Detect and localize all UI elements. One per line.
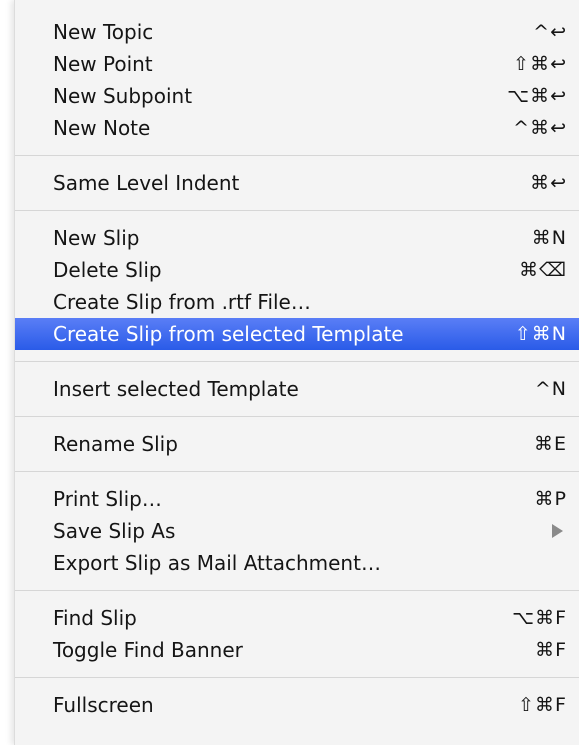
menu-item-new-note[interactable]: New Note ^⌘↩ xyxy=(15,112,579,144)
keyboard-shortcut: ^N xyxy=(534,378,567,400)
menu-item-find-slip[interactable]: Find Slip ⌥⌘F xyxy=(15,602,579,634)
menu-item-label: Insert selected Template xyxy=(53,377,299,401)
menu-item-label: Export Slip as Mail Attachment… xyxy=(53,551,381,575)
menu-separator xyxy=(15,579,579,602)
keyboard-shortcut: ⌘N xyxy=(531,227,567,249)
menu-separator xyxy=(15,350,579,373)
menu-item-label: Same Level Indent xyxy=(53,171,240,195)
menu-item-create-slip-from-rtf-file[interactable]: Create Slip from .rtf File… xyxy=(15,286,579,318)
keyboard-shortcut: ⌘⌫ xyxy=(519,259,567,281)
menu-item-fullscreen[interactable]: Fullscreen ⇧⌘F xyxy=(15,689,579,721)
context-menu: New Topic ^↩ New Point ⇧⌘↩ New Subpoint ⌥⌘↩ Ne… xyxy=(14,0,579,745)
menu-item-label: Save Slip As xyxy=(53,519,176,543)
keyboard-shortcut: ⌘F xyxy=(535,639,567,661)
menu-item-new-point[interactable]: New Point ⇧⌘↩ xyxy=(15,48,579,80)
menu-item-label: Find Slip xyxy=(53,606,137,630)
menu-item-insert-selected-template[interactable]: Insert selected Template ^N xyxy=(15,373,579,405)
menu-separator xyxy=(15,144,579,167)
menu-item-label: New Slip xyxy=(53,226,140,250)
menu-item-label: New Topic xyxy=(53,20,154,44)
menu-item-new-slip[interactable]: New Slip ⌘N xyxy=(15,222,579,254)
menu-separator xyxy=(15,460,579,483)
menu-item-new-subpoint[interactable]: New Subpoint ⌥⌘↩ xyxy=(15,80,579,112)
menu-item-label: New Note xyxy=(53,116,151,140)
menu-item-same-level-indent[interactable]: Same Level Indent ⌘↩ xyxy=(15,167,579,199)
submenu-arrow-icon xyxy=(552,524,563,538)
menu-item-print-slip[interactable]: Print Slip… ⌘P xyxy=(15,483,579,515)
keyboard-shortcut: ⌘↩ xyxy=(530,172,567,194)
menu-item-label: Create Slip from .rtf File… xyxy=(53,290,311,314)
menu-separator xyxy=(15,199,579,222)
menu-item-rename-slip[interactable]: Rename Slip ⌘E xyxy=(15,428,579,460)
menu-item-delete-slip[interactable]: Delete Slip ⌘⌫ xyxy=(15,254,579,286)
menu-item-label: Toggle Find Banner xyxy=(53,638,243,662)
keyboard-shortcut: ^⌘↩ xyxy=(513,117,567,139)
menu-item-label: Delete Slip xyxy=(53,258,162,282)
keyboard-shortcut: ⌘E xyxy=(533,433,567,455)
menu-item-new-topic[interactable]: New Topic ^↩ xyxy=(15,16,579,48)
menu-item-toggle-find-banner[interactable]: Toggle Find Banner ⌘F xyxy=(15,634,579,666)
keyboard-shortcut: ⇧⌘N xyxy=(514,323,567,345)
keyboard-shortcut: ⌘P xyxy=(534,488,567,510)
menu-item-label: Fullscreen xyxy=(53,693,154,717)
menu-item-create-slip-from-selected-template[interactable]: Create Slip from selected Template ⇧⌘N xyxy=(15,318,579,350)
menu-separator xyxy=(15,405,579,428)
menu-item-label: New Subpoint xyxy=(53,84,193,108)
menu-item-save-slip-as[interactable]: Save Slip As xyxy=(15,515,579,547)
menu-item-label: New Point xyxy=(53,52,153,76)
keyboard-shortcut: ⇧⌘↩ xyxy=(513,53,567,75)
menu-item-label: Create Slip from selected Template xyxy=(53,322,404,346)
keyboard-shortcut: ⌥⌘↩ xyxy=(507,85,567,107)
menu-item-export-slip-as-mail-attachment[interactable]: Export Slip as Mail Attachment… xyxy=(15,547,579,579)
menu-separator xyxy=(15,666,579,689)
keyboard-shortcut: ⌥⌘F xyxy=(512,607,567,629)
keyboard-shortcut: ^↩ xyxy=(533,21,567,43)
keyboard-shortcut: ⇧⌘F xyxy=(518,694,567,716)
menu-item-label: Print Slip… xyxy=(53,487,162,511)
menu-item-label: Rename Slip xyxy=(53,432,178,456)
